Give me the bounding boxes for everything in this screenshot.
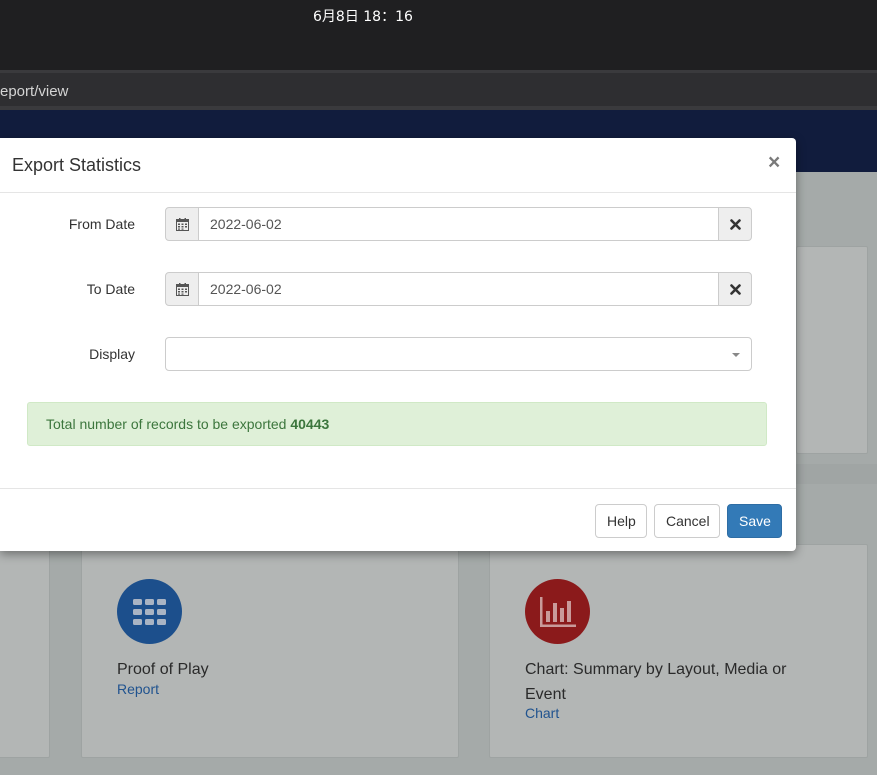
modal-title: Export Statistics	[12, 155, 142, 175]
address-bar[interactable]: eport/view	[0, 73, 877, 109]
caret-down-icon	[732, 353, 740, 357]
grid-icon	[117, 579, 182, 644]
to-date-label: To Date	[86, 281, 135, 297]
calendar-icon[interactable]	[165, 272, 199, 306]
alert-text: Total number of records to be exported	[46, 416, 291, 432]
modal-header: Export Statistics ×	[0, 138, 796, 193]
modal-footer: Help Cancel Save	[0, 488, 796, 551]
from-date-label: From Date	[68, 216, 135, 232]
clear-from-date-icon[interactable]	[718, 207, 752, 241]
to-date-input[interactable]	[199, 272, 719, 306]
report-card-proof-of-play: Proof of Play Report	[81, 544, 459, 758]
bar-chart-icon	[525, 579, 590, 644]
save-button[interactable]: Save	[727, 504, 782, 538]
export-statistics-modal: Export Statistics × From Date To Date	[0, 138, 796, 551]
report-card-link[interactable]: Report	[117, 681, 159, 697]
section-divider	[796, 464, 877, 484]
report-card	[796, 246, 868, 454]
help-button[interactable]: Help	[595, 504, 647, 538]
record-count: 40443	[290, 416, 330, 432]
from-date-group	[165, 207, 752, 241]
export-count-alert: Total number of records to be exported 4…	[27, 402, 767, 446]
from-date-input[interactable]	[199, 207, 719, 241]
system-top-bar: 6月8日 18：16	[0, 0, 877, 72]
report-card-summary-chart: Chart: Summary by Layout, Media or Event…	[489, 544, 868, 758]
cancel-button[interactable]: Cancel	[654, 504, 720, 538]
report-card-title: Chart: Summary by Layout, Media or Event	[525, 661, 787, 703]
address-url[interactable]: eport/view	[0, 83, 68, 100]
report-card	[0, 544, 50, 758]
to-date-group	[165, 272, 752, 306]
report-card-link[interactable]: Chart	[525, 705, 559, 721]
close-icon[interactable]: ×	[768, 152, 780, 173]
system-clock[interactable]: 6月8日 18：16	[313, 6, 413, 26]
display-label: Display	[89, 346, 135, 362]
calendar-icon[interactable]	[165, 207, 199, 241]
clear-to-date-icon[interactable]	[718, 272, 752, 306]
report-card-title: Proof of Play	[117, 661, 209, 678]
display-select[interactable]	[165, 337, 752, 371]
